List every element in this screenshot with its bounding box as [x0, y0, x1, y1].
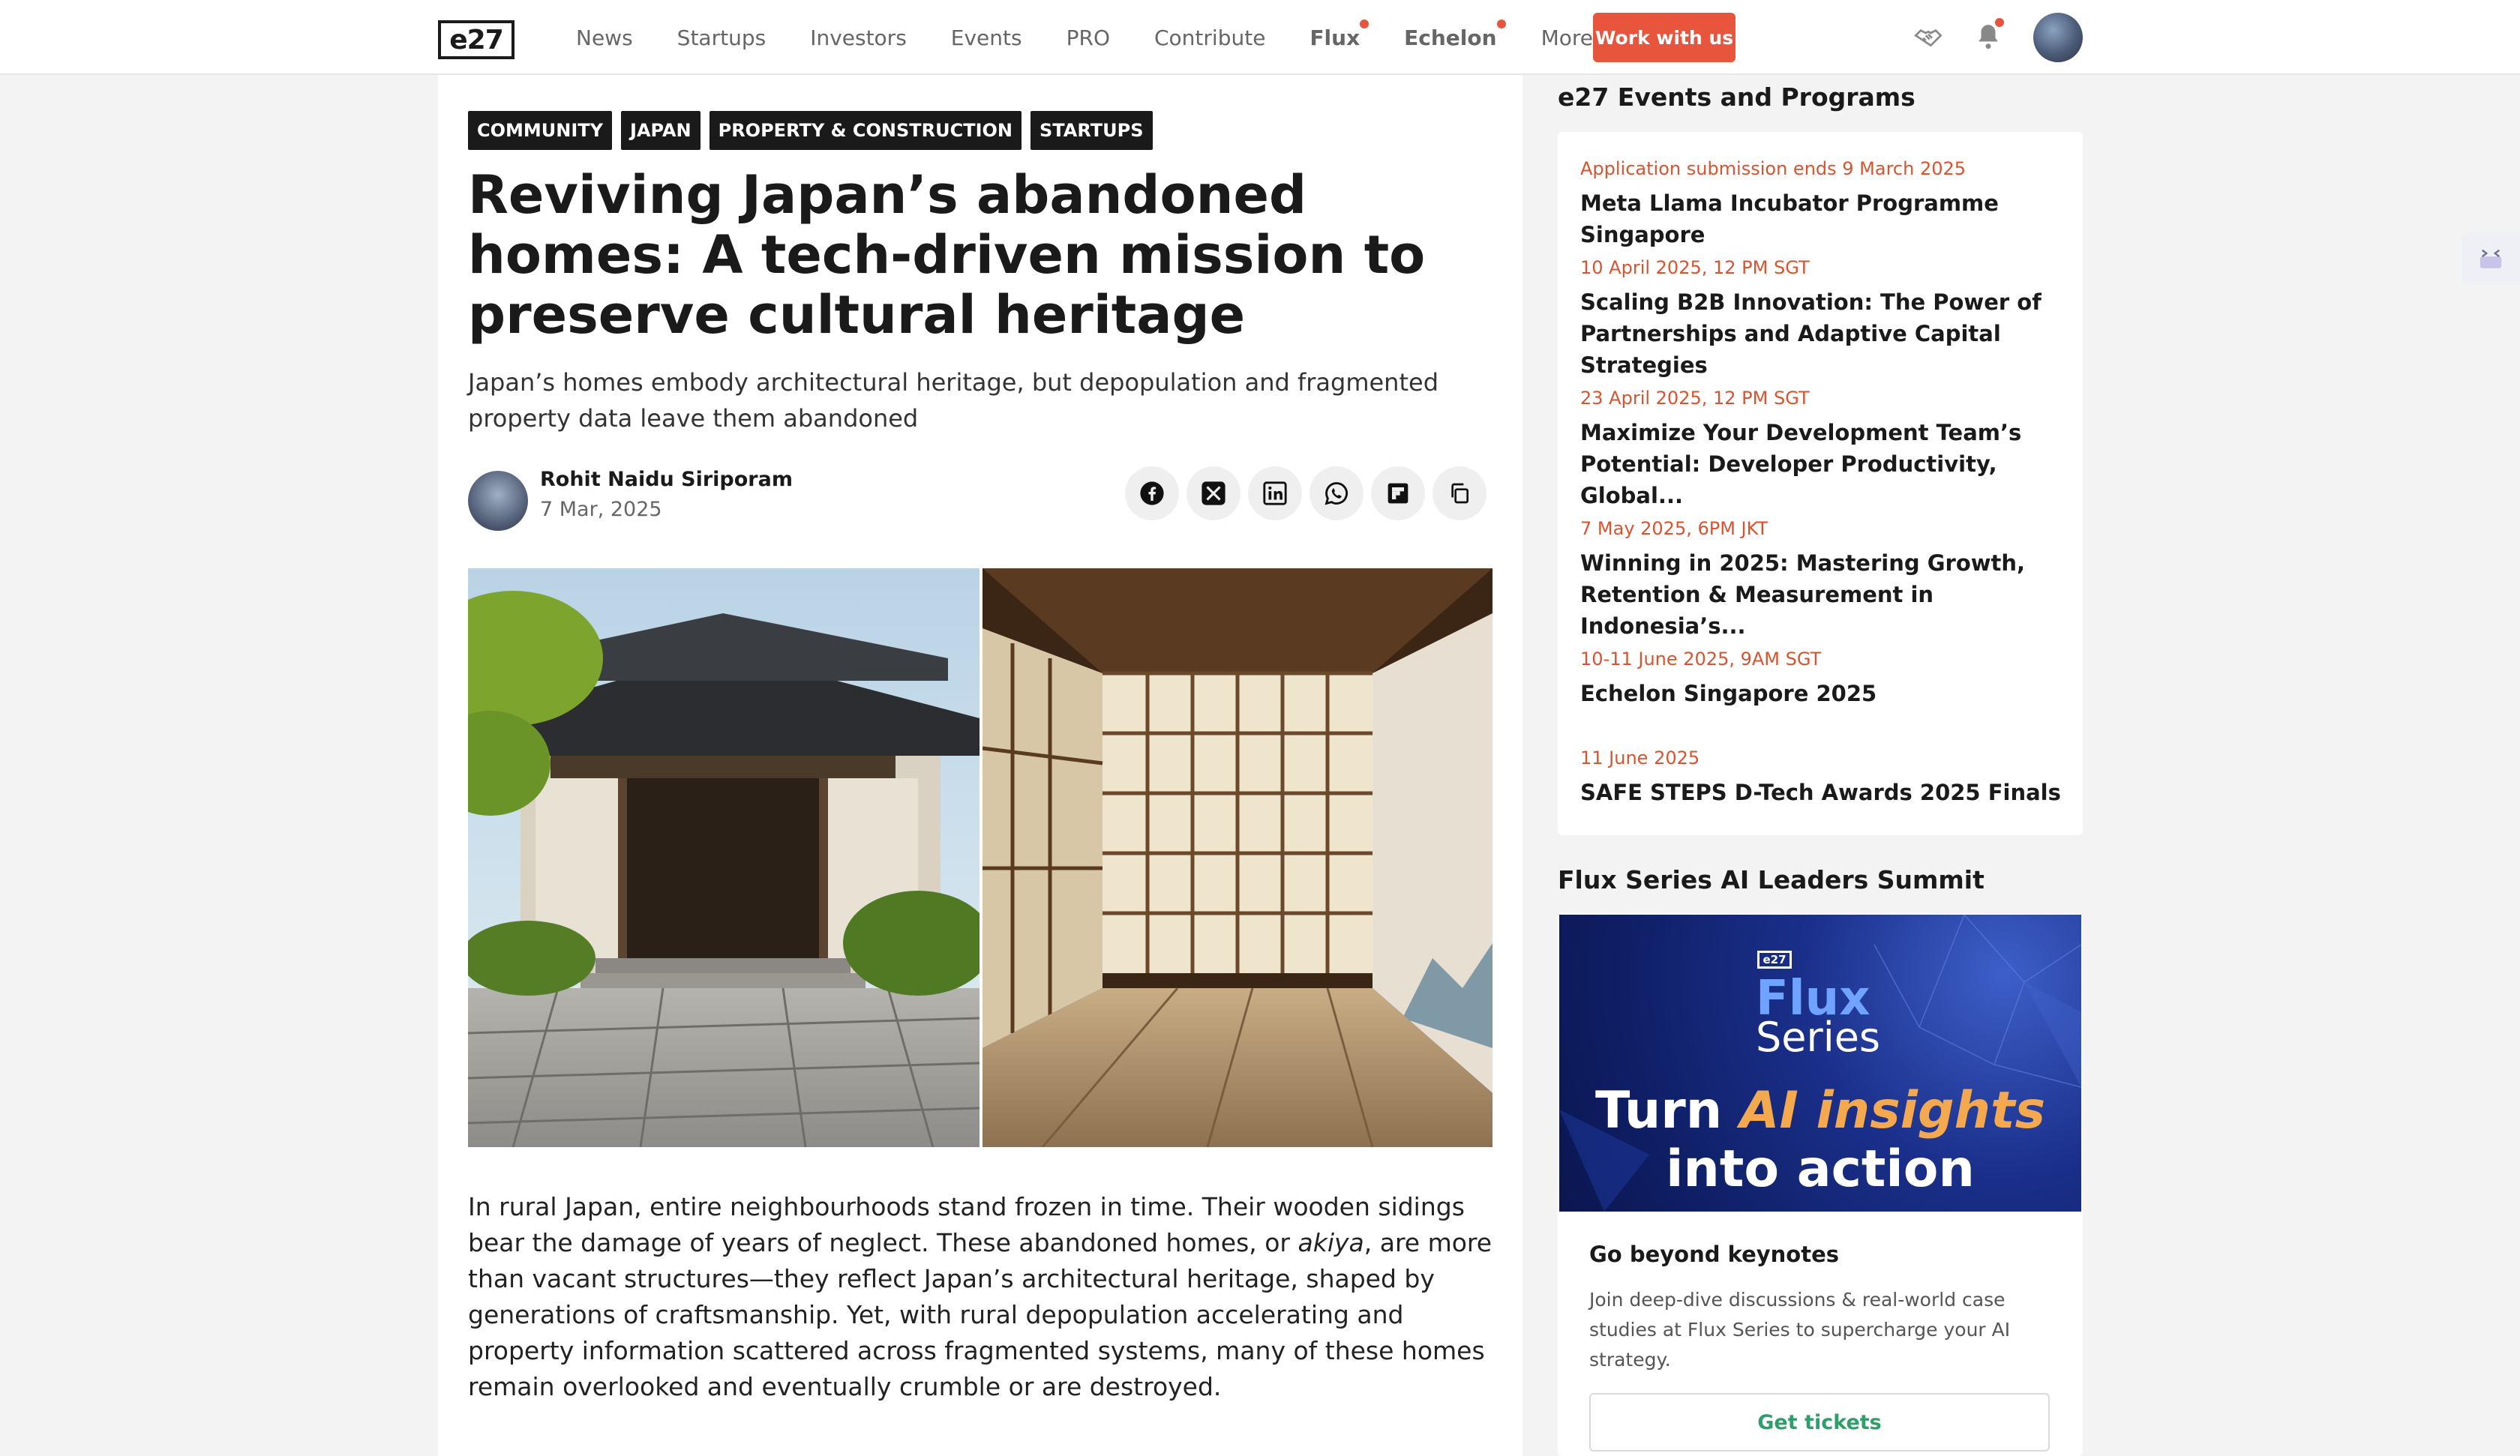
body-term-akiya: akiya [1298, 1228, 1364, 1257]
publish-date: 7 Mar, 2025 [540, 498, 662, 521]
tag-japan[interactable]: JAPAN [621, 111, 700, 150]
article-subtitle: Japan’s homes embody architectural herit… [468, 368, 1438, 433]
nav-flux-label: Flux [1310, 25, 1360, 50]
event-item[interactable]: Application submission ends 9 March 2025… [1580, 157, 2068, 250]
nav-investors[interactable]: Investors [810, 25, 907, 50]
nav-startups[interactable]: Startups [677, 25, 766, 50]
event-date: 23 April 2025, 12 PM SGT [1580, 388, 1810, 409]
event-title[interactable]: Scaling B2B Innovation: The Power of Par… [1580, 286, 2068, 381]
facebook-icon[interactable] [1125, 466, 1179, 520]
event-item[interactable]: 10 April 2025, 12 PM SGT Scaling B2B Inn… [1580, 256, 2068, 381]
event-date: 11 June 2025 [1580, 747, 1700, 768]
event-title[interactable]: SAFE STEPS D-Tech Awards 2025 Finals [1580, 777, 2068, 808]
author-name[interactable]: Rohit Naidu Siriporam [540, 468, 793, 491]
event-item[interactable]: 7 May 2025, 6PM JKT Winning in 2025: Mas… [1580, 517, 2068, 642]
bell-icon[interactable] [1971, 18, 2006, 54]
nav-links: News Startups Investors Events PRO Contr… [576, 0, 1637, 75]
flux-heading: Flux Series AI Leaders Summit [1558, 865, 1984, 894]
event-date: 10 April 2025, 12 PM SGT [1580, 257, 1810, 278]
flux-promo-card: e27 Flux Series Turn AI insights into ac… [1558, 913, 2083, 1456]
notification-dot [1496, 19, 1506, 28]
x-icon[interactable] [1186, 466, 1240, 520]
event-title[interactable]: Meta Llama Incubator Programme Singapore [1580, 187, 2068, 250]
event-title[interactable]: Maximize Your Development Team’s Potenti… [1580, 417, 2068, 511]
tag-community[interactable]: COMMUNITY [468, 111, 613, 150]
flipboard-icon[interactable] [1371, 466, 1425, 520]
nav-echelon[interactable]: Echelon [1404, 19, 1506, 50]
event-title[interactable]: Echelon Singapore 2025 [1580, 678, 2068, 709]
side-panel-tab[interactable] [2462, 232, 2520, 285]
banner-line-1-text: Turn [1594, 1081, 1740, 1140]
handshake-icon[interactable] [1911, 19, 1946, 54]
series-logo-word: Series [1756, 1014, 1881, 1061]
flux-e27-logo: e27 [1757, 951, 1792, 969]
get-tickets-button[interactable]: Get tickets [1589, 1393, 2050, 1452]
work-with-us-button[interactable]: Work with us [1593, 13, 1736, 62]
tatami-room-photo [982, 568, 1492, 1147]
share-buttons [1125, 466, 1494, 520]
nav-more[interactable]: More [1541, 25, 1593, 50]
event-item[interactable]: 10-11 June 2025, 9AM SGT Echelon Singapo… [1580, 648, 2068, 709]
events-card: Application submission ends 9 March 2025… [1558, 132, 2083, 835]
tag-list: COMMUNITY JAPAN PROPERTY & CONSTRUCTION … [468, 111, 1162, 150]
event-date: 10-11 June 2025, 9AM SGT [1580, 649, 1822, 670]
event-item[interactable]: 23 April 2025, 12 PM SGT Maximize Your D… [1580, 387, 2068, 511]
collapse-arrows-icon [2480, 249, 2502, 268]
nav-events[interactable]: Events [951, 25, 1022, 50]
article-main: COMMUNITY JAPAN PROPERTY & CONSTRUCTION … [438, 75, 1522, 1456]
notification-dot [1995, 18, 2004, 27]
flux-description: Join deep-dive discussions & real-world … [1589, 1289, 2011, 1371]
author-avatar[interactable] [468, 471, 528, 531]
top-navigation: e27 News Startups Investors Events PRO C… [0, 0, 2520, 75]
nav-flux[interactable]: Flux [1310, 19, 1370, 50]
banner-accent-text: AI insights [1739, 1081, 2046, 1140]
user-avatar[interactable] [2033, 13, 2083, 62]
tag-startups[interactable]: STARTUPS [1030, 111, 1153, 150]
nav-news[interactable]: News [576, 25, 633, 50]
tag-property-construction[interactable]: PROPERTY & CONSTRUCTION [709, 111, 1022, 150]
copy-icon[interactable] [1432, 466, 1486, 520]
event-date: 7 May 2025, 6PM JKT [1580, 518, 1768, 539]
nav-echelon-label: Echelon [1404, 25, 1497, 50]
temple-exterior-photo [468, 568, 980, 1147]
event-title[interactable]: Winning in 2025: Mastering Growth, Reten… [1580, 547, 2068, 642]
article-title: Reviving Japan’s abandoned homes: A tech… [468, 164, 1426, 346]
hero-image [468, 568, 1492, 1147]
event-item[interactable]: 11 June 2025 SAFE STEPS D-Tech Awards 20… [1580, 747, 2068, 808]
flux-banner[interactable]: e27 Flux Series Turn AI insights into ac… [1559, 915, 2081, 1212]
flux-subheading: Go beyond keynotes [1589, 1242, 1840, 1267]
event-date: Application submission ends 9 March 2025 [1580, 158, 1966, 179]
events-heading: e27 Events and Programs [1558, 82, 1916, 112]
banner-line-1: Turn AI insights [1559, 1081, 2081, 1141]
banner-line-2: into action [1666, 1140, 1975, 1199]
nav-pro[interactable]: PRO [1066, 25, 1110, 50]
linkedin-icon[interactable] [1248, 466, 1302, 520]
whatsapp-icon[interactable] [1310, 466, 1364, 520]
notification-dot [1360, 19, 1370, 28]
nav-contribute[interactable]: Contribute [1154, 25, 1265, 50]
article-body: In rural Japan, entire neighbourhoods st… [468, 1189, 1503, 1405]
e27-logo[interactable]: e27 [438, 20, 514, 59]
